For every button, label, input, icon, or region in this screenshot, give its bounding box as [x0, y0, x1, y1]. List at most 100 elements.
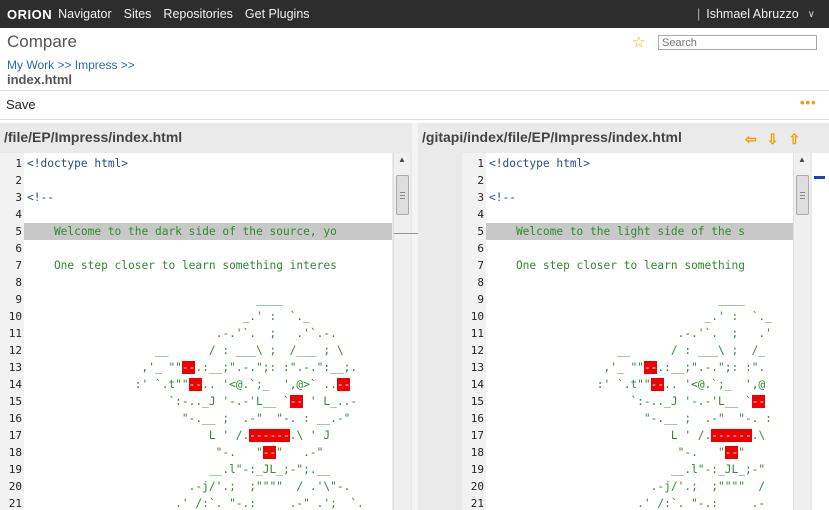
right-editor[interactable]: 1 <!doctype html> 2 3 <!-- 4 5 Welcome to the … — [462, 153, 793, 510]
diff-connector — [394, 233, 418, 234]
left-scrollbar[interactable]: ▲ — [393, 153, 410, 510]
code-line[interactable] — [486, 274, 793, 291]
prev-diff-icon[interactable]: ⇦ — [745, 131, 757, 148]
code-line[interactable]: __.l"-:_JL_;-" — [486, 461, 793, 478]
left-editor[interactable]: 1 <!doctype html> 2 3 <!-- 4 5 Welcome to the … — [0, 153, 392, 510]
code-line[interactable] — [486, 172, 793, 189]
scroll-thumb[interactable] — [396, 175, 409, 215]
nav-repositories[interactable]: Repositories — [163, 7, 232, 21]
user-separator: | — [697, 7, 701, 21]
diff-marker[interactable] — [814, 176, 825, 179]
line-number: 1 — [477, 157, 484, 170]
left-file-path: /file/EP/Impress/index.html — [4, 129, 183, 145]
right-scrollbar[interactable]: ▲ — [793, 153, 810, 510]
line-number: 5 — [477, 225, 484, 238]
line-number: 19 — [8, 463, 22, 476]
line-number: 7 — [477, 259, 484, 272]
code-line[interactable]: .' /:`. "-.: .- — [486, 495, 793, 510]
chevron-down-icon[interactable]: ∨ — [808, 9, 815, 20]
code-line[interactable] — [486, 206, 793, 223]
right-file-path: /gitapi/index/file/EP/Impress/index.html — [422, 129, 682, 145]
line-number: 11 — [470, 327, 484, 340]
breadcrumb[interactable]: My Work >> Impress >> — [7, 58, 135, 72]
code-line[interactable]: `:-.._J '-.-'L__ `-- ' L_..- — [24, 393, 392, 410]
code-line[interactable]: __ / : ___\ ; /___ ; \ — [24, 342, 392, 359]
line-number: 20 — [8, 480, 22, 493]
scroll-up-icon[interactable]: ▲ — [398, 155, 406, 164]
line-number: 18 — [8, 446, 22, 459]
scroll-up-icon[interactable]: ▲ — [798, 155, 806, 164]
code-line[interactable]: `:-.._J '-.-'L__ `-- — [486, 393, 793, 410]
grip-line — [400, 198, 405, 199]
star-icon[interactable]: ☆ — [632, 33, 645, 51]
code-line[interactable] — [24, 206, 392, 223]
code-line[interactable] — [24, 274, 392, 291]
code-line[interactable]: One step closer to learn something — [486, 257, 793, 274]
grip-line — [400, 195, 405, 196]
diff-overview-ruler[interactable] — [812, 153, 829, 510]
file-name: index.html — [7, 72, 73, 87]
line-number: 15 — [470, 395, 484, 408]
user-menu[interactable]: | Ishmael Abruzzo ∨ — [697, 0, 815, 28]
orion-logo[interactable]: ORION — [7, 0, 52, 28]
code-line[interactable]: :' `.t""--.. '<@.`;_ ',@ — [486, 376, 793, 393]
next-diff-icon[interactable]: ⇩ — [767, 131, 779, 148]
line-number: 3 — [477, 191, 484, 204]
scroll-thumb[interactable] — [796, 175, 809, 215]
code-line[interactable]: _.' : `._ — [486, 308, 793, 325]
code-line[interactable] — [24, 172, 392, 189]
code-line[interactable] — [486, 240, 793, 257]
code-line[interactable]: .-.'`. ; .'`.-. — [24, 325, 392, 342]
main-nav: Navigator Sites Repositories Get Plugins — [58, 7, 321, 21]
code-line[interactable]: Welcome to the light side of the s — [486, 223, 793, 240]
code-line[interactable]: "-.__ ; .-" "-. : — [486, 410, 793, 427]
code-line[interactable]: ,'_ ""--.:__;".-.";: :". — [486, 359, 793, 376]
nav-sites[interactable]: Sites — [124, 7, 152, 21]
line-number: 10 — [8, 310, 22, 323]
diff-nav: ⇦ ⇩ ⇧ — [745, 131, 800, 148]
first-diff-icon[interactable]: ⇧ — [788, 131, 800, 148]
code-line[interactable]: <!-- — [24, 189, 392, 206]
line-number: 2 — [15, 174, 22, 187]
line-number: 7 — [15, 259, 22, 272]
code-line[interactable]: :' `.t""--.. '<@.`;_ ',@>` ..-- — [24, 376, 392, 393]
code-line[interactable]: "-. "--" .-" — [24, 444, 392, 461]
code-line[interactable]: L ' /.------.\ — [486, 427, 793, 444]
code-line[interactable]: One step closer to learn something inter… — [24, 257, 392, 274]
code-line[interactable]: __.l"-:_JL_;-";.__ — [24, 461, 392, 478]
code-line[interactable]: ,'_ ""--.:__;".-.";: :".-.":__;. — [24, 359, 392, 376]
code-line[interactable]: _.' : `._ — [24, 308, 392, 325]
code-line[interactable] — [24, 240, 392, 257]
page-header: Compare ☆ My Work >> Impress >> index.ht… — [0, 28, 829, 90]
search-input[interactable] — [658, 35, 817, 50]
code-line[interactable]: <!doctype html> — [486, 155, 793, 172]
grip-line — [800, 192, 805, 193]
code-line[interactable]: "-.__ ; .-" "-. : __.-" — [24, 410, 392, 427]
code-line[interactable]: <!doctype html> — [24, 155, 392, 172]
line-number: 21 — [8, 497, 22, 510]
line-number: 13 — [470, 361, 484, 374]
code-line[interactable]: .-j/'.; ;"""" / .'\"-. — [24, 478, 392, 495]
grip-line — [800, 198, 805, 199]
code-line[interactable]: L ' /.------.\ ' J — [24, 427, 392, 444]
code-line[interactable]: ____ — [486, 291, 793, 308]
grip-line — [800, 195, 805, 196]
code-line[interactable]: "-. "--" — [486, 444, 793, 461]
line-number: 11 — [8, 327, 22, 340]
line-number: 12 — [8, 344, 22, 357]
line-number: 18 — [470, 446, 484, 459]
code-line[interactable]: .-j/'.; ;"""" / — [486, 478, 793, 495]
code-line[interactable]: .' /:`. "-.: .-" .'; `. — [24, 495, 392, 510]
more-actions-icon[interactable]: ••• — [800, 95, 817, 110]
line-number: 6 — [477, 242, 484, 255]
code-line[interactable]: .-.'`. ; .' — [486, 325, 793, 342]
save-button[interactable]: Save — [6, 97, 36, 112]
code-line[interactable]: Welcome to the dark side of the source, … — [24, 223, 392, 240]
code-line[interactable]: ____ — [24, 291, 392, 308]
nav-get-plugins[interactable]: Get Plugins — [245, 7, 310, 21]
code-line[interactable]: <!-- — [486, 189, 793, 206]
user-name[interactable]: Ishmael Abruzzo — [706, 7, 798, 21]
code-line[interactable]: __ / : ___\ ; /_ — [486, 342, 793, 359]
left-compare-pane: /file/EP/Impress/index.html 1 <!doctype h… — [0, 123, 412, 510]
nav-navigator[interactable]: Navigator — [58, 7, 112, 21]
